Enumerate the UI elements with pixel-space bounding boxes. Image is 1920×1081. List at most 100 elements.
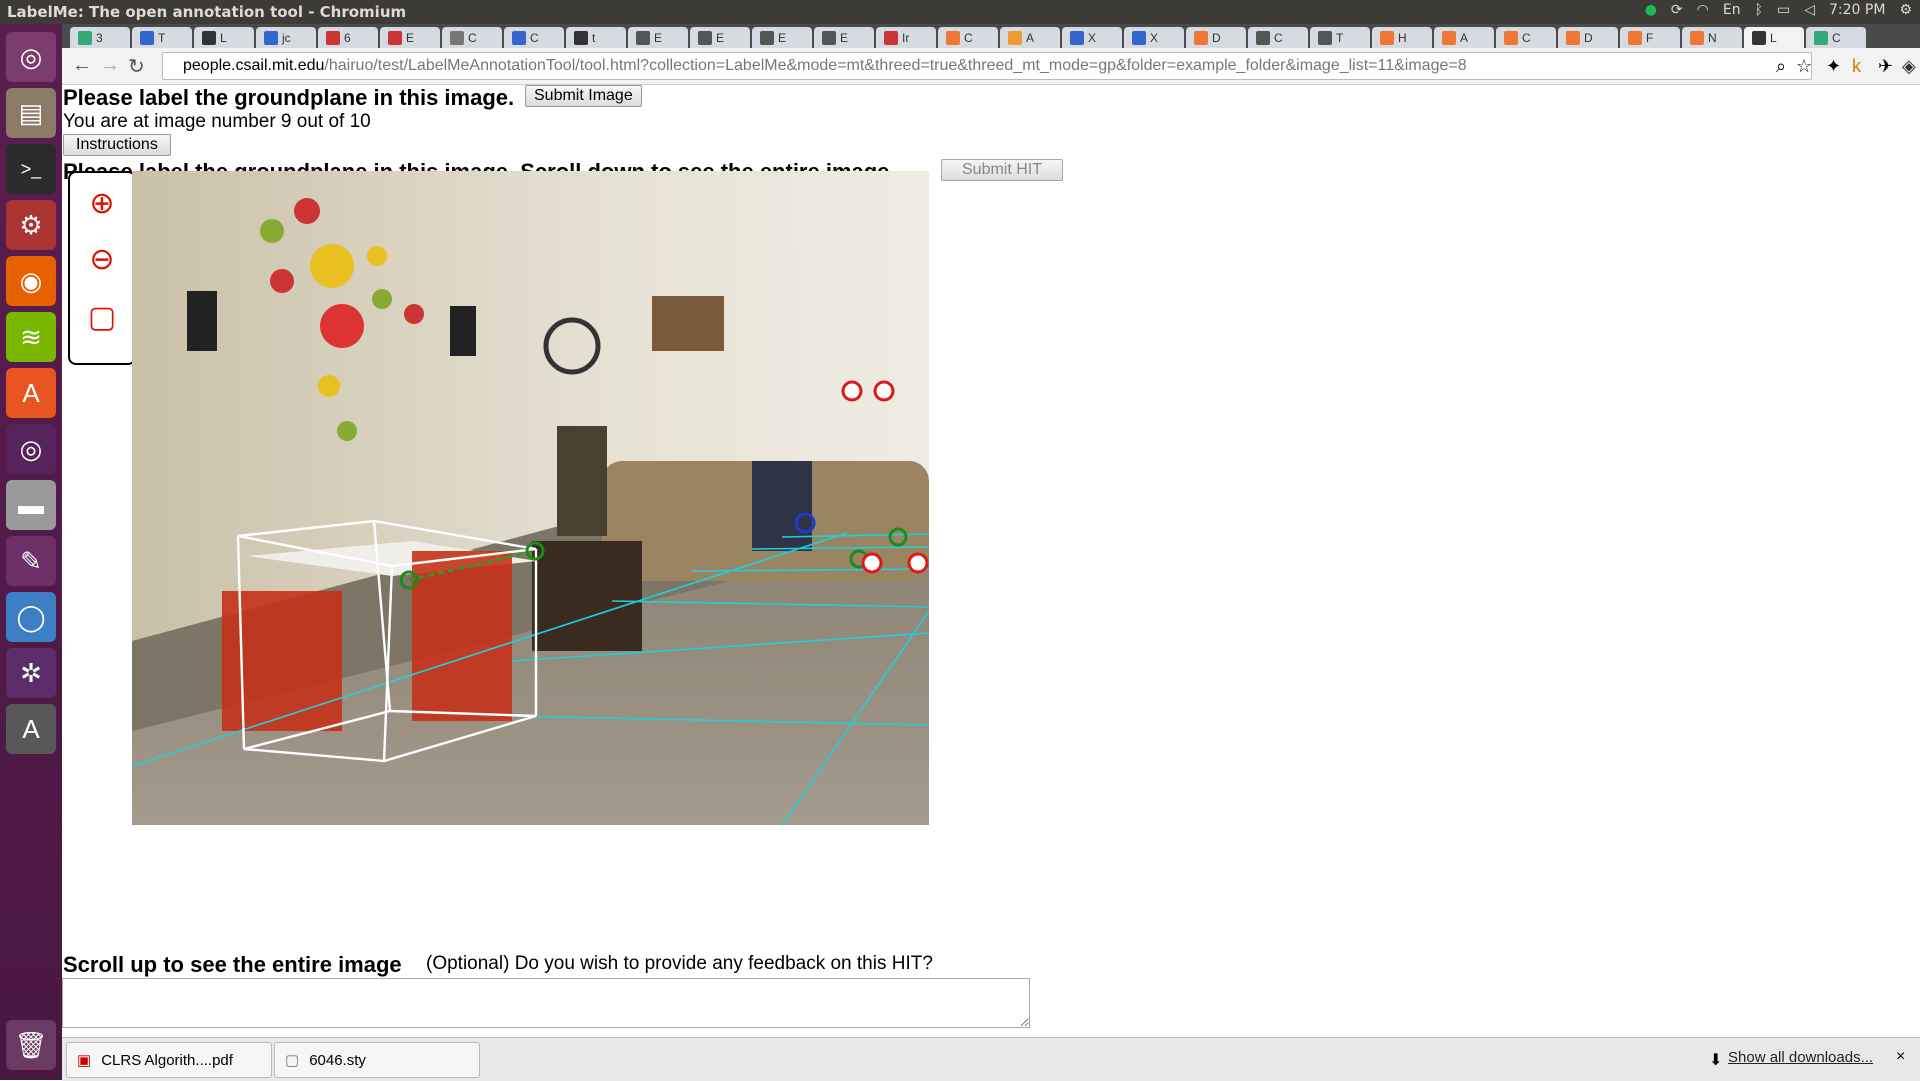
back-icon[interactable]: ← (72, 54, 92, 77)
tab-16[interactable]: X (1062, 27, 1122, 48)
tab-label: E (778, 30, 787, 45)
aperture-icon[interactable]: ✲ (6, 648, 56, 698)
show-all-downloads-link[interactable]: Show all downloads... (1728, 1049, 1873, 1066)
zoom-out-icon[interactable]: ⊖ (84, 237, 120, 281)
tab-12[interactable]: E (814, 27, 874, 48)
tab-5[interactable]: E (380, 27, 440, 48)
ubuntu-dash-icon[interactable]: ◎ (6, 32, 56, 82)
feedback-textarea[interactable] (62, 978, 1030, 1028)
bluetooth-icon[interactable]: ᛒ (1755, 2, 1763, 18)
tab-14[interactable]: C (938, 27, 998, 48)
clock[interactable]: 7:20 PM (1829, 2, 1885, 18)
keyboard-layout[interactable]: En (1723, 2, 1741, 18)
settings-gear-icon[interactable]: ⚙ (1899, 2, 1912, 18)
inkscape-icon[interactable]: ✎ (6, 536, 56, 586)
address-bar[interactable]: people.csail.mit.edu/hairuo/test/LabelMe… (162, 52, 1812, 80)
sync-icon[interactable]: ⟳ (1671, 2, 1683, 18)
software-center-icon[interactable]: A (6, 368, 56, 418)
submit-image-button[interactable]: Submit Image (525, 85, 642, 107)
shotwell-icon[interactable]: ◎ (6, 424, 56, 474)
tab-23[interactable]: C (1496, 27, 1556, 48)
file-icon: ▢ (285, 1052, 300, 1069)
tab-7[interactable]: C (504, 27, 564, 48)
tab-label: H (1398, 30, 1407, 45)
tab-8[interactable]: t (566, 27, 626, 48)
tab-13[interactable]: Ir (876, 27, 936, 48)
url-host: people.csail.mit.edu (183, 57, 325, 74)
update-manager-icon[interactable]: A (6, 704, 56, 754)
tab-label: Ir (902, 30, 910, 45)
close-download-bar-icon[interactable]: × (1896, 1048, 1905, 1066)
download-item-pdf[interactable]: ▣ CLRS Algorith....pdf (66, 1042, 272, 1078)
tab-favicon-icon (822, 30, 836, 45)
tab-9[interactable]: E (628, 27, 688, 48)
tab-favicon-icon (1628, 30, 1642, 45)
wifi-icon[interactable]: ◠ (1697, 2, 1709, 18)
tab-26[interactable]: N (1682, 27, 1742, 48)
tab-0[interactable]: 3 (70, 27, 130, 48)
shelf (652, 296, 724, 351)
tab-label: L (220, 30, 227, 45)
system-tray: ● ⟳ ◠ En ᛒ ▭ ◁ 7:20 PM ⚙ (1645, 2, 1912, 18)
tab-28[interactable]: C (1806, 27, 1866, 48)
tab-20[interactable]: T (1310, 27, 1370, 48)
tab-17[interactable]: X (1124, 27, 1184, 48)
disk-icon[interactable]: ▬ (6, 480, 56, 530)
tab-27[interactable]: L (1744, 27, 1804, 48)
zoom-toolbox: ⊕ ⊖ ▢ (68, 171, 136, 365)
tab-22[interactable]: A (1434, 27, 1494, 48)
system-top-panel: LabelMe: The open annotation tool - Chro… (0, 0, 1920, 24)
reload-icon[interactable]: ↻ (128, 54, 145, 79)
feedback-label: (Optional) Do you wish to provide any fe… (426, 953, 933, 974)
tab-favicon-icon (1380, 30, 1394, 45)
trash-icon[interactable]: 🗑 (6, 1020, 56, 1070)
tab-25[interactable]: F (1620, 27, 1680, 48)
tab-11[interactable]: E (752, 27, 812, 48)
firefox-icon[interactable]: ◉ (6, 256, 56, 306)
tab-4[interactable]: 6 (318, 27, 378, 48)
spotify-tray-icon[interactable]: ● (1645, 2, 1657, 18)
annotation-canvas[interactable] (132, 171, 929, 825)
tab-24[interactable]: D (1558, 27, 1618, 48)
pdf-file-icon: ▣ (77, 1052, 92, 1069)
tab-favicon-icon (1132, 30, 1146, 45)
forward-icon[interactable]: → (100, 54, 120, 77)
annotation-overlay (132, 171, 929, 825)
tab-2[interactable]: L (194, 27, 254, 48)
system-settings-icon[interactable]: ⚙ (6, 200, 56, 250)
download-item-sty[interactable]: ▢ 6046.sty (274, 1042, 480, 1078)
search-icon[interactable]: ⌕ (1776, 56, 1786, 77)
download-filename: CLRS Algorith....pdf (101, 1051, 233, 1069)
pocket-icon[interactable]: ◈ (1902, 56, 1916, 77)
tab-10[interactable]: E (690, 27, 750, 48)
tab-3[interactable]: jc (256, 27, 316, 48)
extension-badge-icon[interactable]: ✈ (1878, 56, 1893, 77)
page-heading: Please label the groundplane in this ima… (63, 85, 515, 110)
volume-icon[interactable]: ◁ (1804, 2, 1815, 18)
tab-6[interactable]: C (442, 27, 502, 48)
extension-k-icon[interactable]: k (1852, 56, 1861, 77)
tab-label: C (1274, 30, 1283, 45)
instructions-button[interactable]: Instructions (63, 134, 171, 156)
terminal-icon[interactable]: >_ (6, 144, 56, 194)
bookmark-star-icon[interactable]: ☆ (1796, 56, 1812, 77)
tab-15[interactable]: A (1000, 27, 1060, 48)
tab-favicon-icon (636, 30, 650, 45)
extension-icon[interactable]: ✦ (1826, 56, 1841, 77)
spotify-icon[interactable]: ≋ (6, 312, 56, 362)
tab-label: C (1832, 30, 1841, 45)
files-icon[interactable]: ▤ (6, 88, 56, 138)
tab-21[interactable]: H (1372, 27, 1432, 48)
tab-19[interactable]: C (1248, 27, 1308, 48)
submit-hit-button[interactable]: Submit HIT (941, 159, 1064, 181)
tab-18[interactable]: D (1186, 27, 1246, 48)
tab-1[interactable]: T (132, 27, 192, 48)
tab-label: C (530, 30, 539, 45)
scroll-hint: Scroll up to see the entire image (63, 952, 402, 977)
download-filename: 6046.sty (309, 1051, 366, 1069)
battery-icon[interactable]: ▭ (1777, 2, 1790, 18)
fit-image-icon[interactable]: ▢ (84, 295, 120, 339)
zoom-in-icon[interactable]: ⊕ (84, 181, 120, 225)
tab-favicon-icon (264, 30, 278, 45)
chromium-icon[interactable]: ◯ (6, 592, 56, 642)
